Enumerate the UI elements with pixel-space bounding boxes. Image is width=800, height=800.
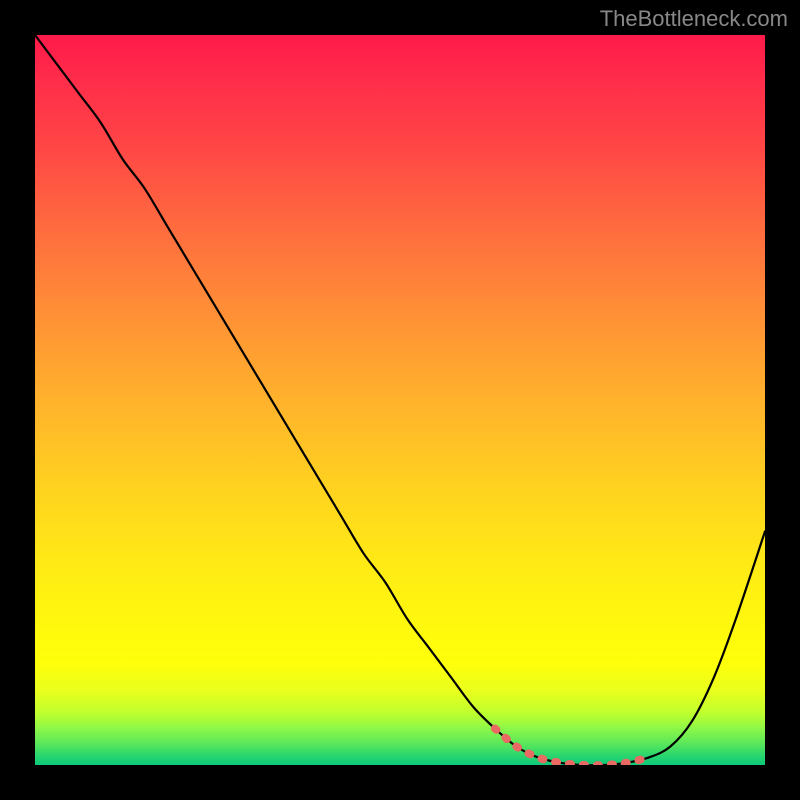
plot-area [35,35,765,765]
curve-line [35,35,765,765]
curve-optimal-segment [495,729,648,766]
bottleneck-curve [35,35,765,765]
chart-container: TheBottleneck.com [0,0,800,800]
watermark-text: TheBottleneck.com [600,6,788,32]
